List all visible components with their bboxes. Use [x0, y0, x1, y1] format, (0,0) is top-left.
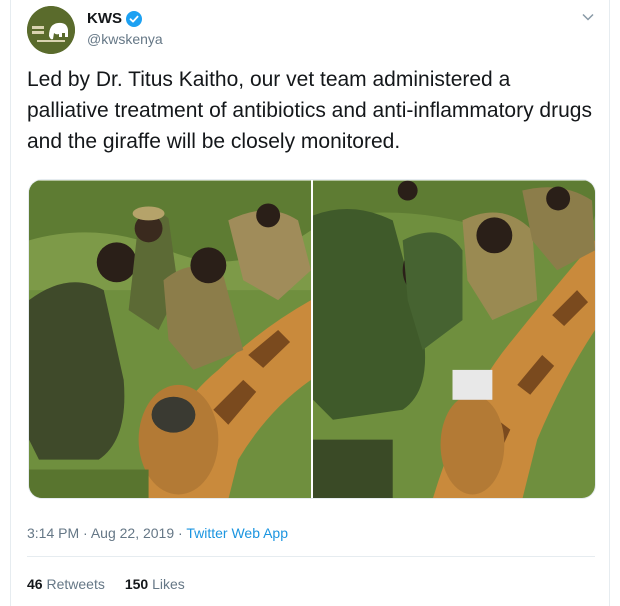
- tweet-card: KWS @kwskenya Led by Dr. Titus Kaitho, o…: [10, 0, 610, 606]
- likes-stat[interactable]: 150 Likes: [125, 576, 185, 592]
- tweet-media: [28, 179, 596, 499]
- tweet-time[interactable]: 3:14 PM: [27, 525, 79, 541]
- chevron-down-icon[interactable]: [581, 10, 595, 24]
- likes-count: 150: [124, 576, 149, 592]
- tweet-text: Led by Dr. Titus Kaitho, our vet team ad…: [27, 68, 592, 153]
- retweets-label: Retweets: [46, 576, 105, 592]
- display-name[interactable]: KWS: [87, 10, 122, 27]
- meta-separator: ·: [83, 525, 88, 541]
- photo-vets-treating-giraffe-left[interactable]: [29, 180, 311, 499]
- tweet-date[interactable]: Aug 22, 2019: [91, 525, 174, 541]
- kws-elephant-logo-icon: [27, 6, 75, 54]
- retweets-count: 46: [27, 576, 43, 592]
- avatar[interactable]: [27, 6, 75, 54]
- tweet-stats: 46 Retweets 150 Likes: [27, 576, 185, 592]
- account-handle[interactable]: @kwskenya: [87, 31, 163, 47]
- likes-label: Likes: [152, 576, 185, 592]
- verified-badge-icon: [126, 10, 142, 27]
- name-row: KWS: [87, 10, 142, 27]
- photo-vets-treating-giraffe-right[interactable]: [313, 180, 595, 499]
- divider: [27, 556, 595, 557]
- tweet-source-link[interactable]: Twitter Web App: [186, 525, 288, 541]
- retweets-stat[interactable]: 46 Retweets: [27, 576, 105, 592]
- meta-separator: ·: [178, 525, 183, 541]
- tweet-meta: 3:14 PM · Aug 22, 2019 · Twitter Web App: [27, 525, 288, 541]
